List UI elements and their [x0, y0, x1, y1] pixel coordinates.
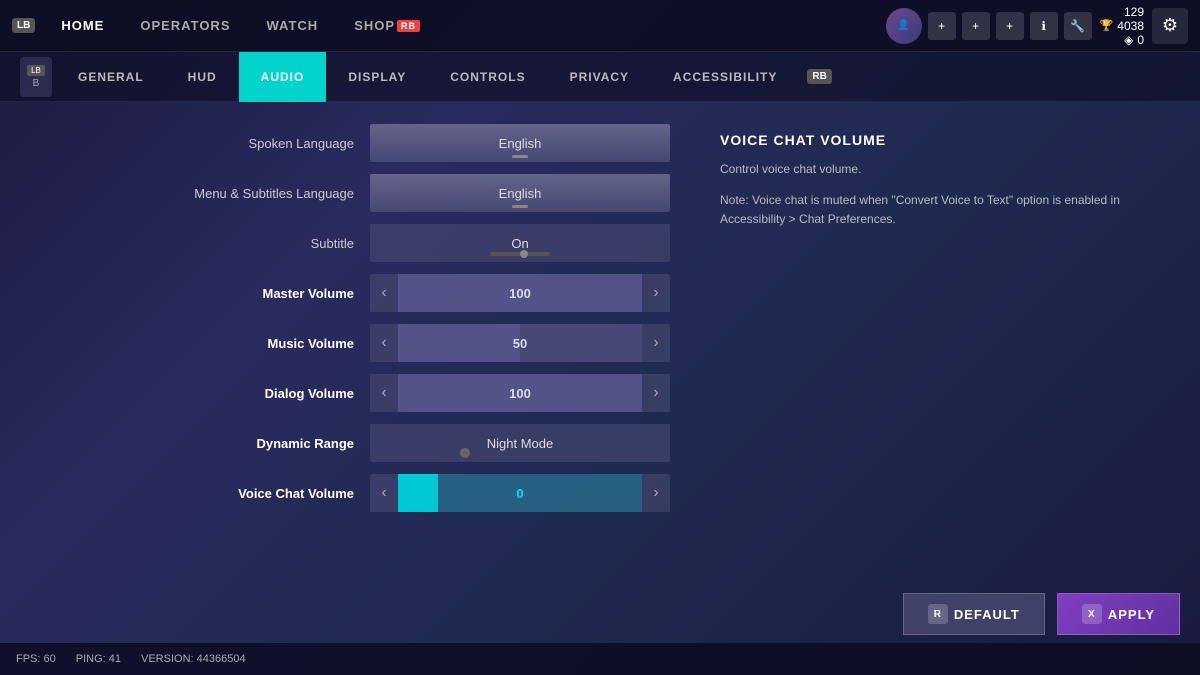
nav-home[interactable]: HOME: [43, 0, 122, 52]
nav-btn-info[interactable]: ℹ: [1030, 12, 1058, 40]
subtitle-knob: [520, 250, 528, 258]
master-volume-value: 100: [509, 286, 531, 301]
spoken-language-label: Spoken Language: [30, 136, 370, 151]
settings-panel: Spoken Language English Menu & Subtitles…: [0, 102, 700, 675]
shop-badge: RB: [397, 20, 420, 32]
currency-amount: 4038: [1117, 19, 1144, 33]
tab-privacy[interactable]: PRIVACY: [548, 52, 651, 102]
lb-badge: LB: [12, 18, 35, 33]
subtitle-row: Subtitle On: [30, 222, 670, 264]
voice-chat-volume-row: Voice Chat Volume ‹ 0 ›: [30, 472, 670, 514]
info-description1: Control voice chat volume.: [720, 160, 1180, 179]
music-volume-fill: [398, 324, 520, 362]
top-navigation: LB HOME OPERATORS WATCH SHOPRB 👤 + + + ℹ…: [0, 0, 1200, 52]
voice-chat-volume-value: 0: [516, 486, 523, 501]
subtitle-value: On: [511, 236, 528, 251]
music-volume-value: 50: [513, 336, 527, 351]
spoken-language-row: Spoken Language English: [30, 122, 670, 164]
master-volume-control: ‹ 100 ›: [370, 274, 670, 312]
back-lb-label: LB: [27, 65, 45, 76]
voice-chat-cyan-fill: [398, 474, 438, 512]
player-level: 129: [1124, 5, 1144, 19]
spoken-language-value: English: [499, 136, 542, 151]
tab-audio[interactable]: AUDIO: [239, 52, 327, 102]
ping-stat: PING: 41: [76, 653, 121, 665]
nav-center: 👤 + + + ℹ 🔧: [886, 8, 1092, 44]
tab-display[interactable]: DISPLAY: [326, 52, 428, 102]
nav-btn-plus2[interactable]: +: [962, 12, 990, 40]
info-title: VOICE CHAT VOLUME: [720, 132, 1180, 148]
secondary-currency: 0: [1137, 33, 1144, 47]
music-volume-decrease[interactable]: ‹: [370, 324, 398, 362]
music-volume-bar[interactable]: 50: [398, 324, 642, 362]
points-display: 129 🏆 4038 ◈ 0: [1100, 5, 1144, 47]
spoken-language-control[interactable]: English: [370, 124, 670, 162]
subtitle-label: Subtitle: [30, 236, 370, 251]
tab-controls[interactable]: CONTROLS: [428, 52, 547, 102]
master-volume-increase[interactable]: ›: [642, 274, 670, 312]
voice-chat-volume-control: ‹ 0 ›: [370, 474, 670, 512]
voice-chat-volume-increase[interactable]: ›: [642, 474, 670, 512]
player-avatar: 👤: [886, 8, 922, 44]
dynamic-range-control[interactable]: Night Mode: [370, 424, 670, 462]
dialog-volume-label: Dialog Volume: [30, 386, 370, 401]
dynamic-range-label: Dynamic Range: [30, 436, 370, 451]
secondary-currency-icon: ◈: [1124, 33, 1133, 47]
dialog-volume-decrease[interactable]: ‹: [370, 374, 398, 412]
main-content: Spoken Language English Menu & Subtitles…: [0, 102, 1200, 675]
dynamic-range-row: Dynamic Range Night Mode: [30, 422, 670, 464]
bottom-bar: FPS: 60 PING: 41 VERSION: 44366504: [0, 643, 1200, 675]
info-panel: VOICE CHAT VOLUME Control voice chat vol…: [700, 102, 1200, 675]
tab-accessibility[interactable]: ACCESSIBILITY: [651, 52, 799, 102]
master-volume-decrease[interactable]: ‹: [370, 274, 398, 312]
back-b-label: B: [33, 78, 40, 89]
dialog-volume-control: ‹ 100 ›: [370, 374, 670, 412]
menu-language-control[interactable]: English: [370, 174, 670, 212]
subtitle-control[interactable]: On: [370, 224, 670, 262]
rb-badge: RB: [807, 69, 831, 84]
voice-chat-volume-bar[interactable]: 0: [398, 474, 642, 512]
spoken-language-thumb: [512, 155, 528, 158]
tab-general[interactable]: GENERAL: [56, 52, 166, 102]
music-volume-control: ‹ 50 ›: [370, 324, 670, 362]
menu-language-thumb: [512, 205, 528, 208]
tab-hud[interactable]: HUD: [166, 52, 239, 102]
music-volume-row: Music Volume ‹ 50 ›: [30, 322, 670, 364]
currency-icon: 🏆: [1100, 19, 1114, 32]
music-volume-increase[interactable]: ›: [642, 324, 670, 362]
menu-language-value: English: [499, 186, 542, 201]
menu-language-label: Menu & Subtitles Language: [30, 186, 370, 201]
voice-chat-volume-decrease[interactable]: ‹: [370, 474, 398, 512]
nav-btn-plus3[interactable]: +: [996, 12, 1024, 40]
fps-stat: FPS: 60: [16, 653, 56, 665]
menu-language-row: Menu & Subtitles Language English: [30, 172, 670, 214]
settings-container: LB B GENERAL HUD AUDIO DISPLAY CONTROLS …: [0, 52, 1200, 675]
voice-chat-volume-label: Voice Chat Volume: [30, 486, 370, 501]
nav-btn-tools[interactable]: 🔧: [1064, 12, 1092, 40]
dynamic-range-thumb: [460, 448, 470, 458]
dialog-volume-bar[interactable]: 100: [398, 374, 642, 412]
music-volume-label: Music Volume: [30, 336, 370, 351]
version-stat: VERSION: 44366504: [141, 653, 246, 665]
nav-watch[interactable]: WATCH: [249, 0, 337, 52]
nav-operators[interactable]: OPERATORS: [122, 0, 248, 52]
nav-btn-plus1[interactable]: +: [928, 12, 956, 40]
dialog-volume-increase[interactable]: ›: [642, 374, 670, 412]
dialog-volume-row: Dialog Volume ‹ 100 ›: [30, 372, 670, 414]
nav-shop[interactable]: SHOPRB: [336, 0, 438, 52]
master-volume-label: Master Volume: [30, 286, 370, 301]
dynamic-range-value: Night Mode: [487, 436, 553, 451]
master-volume-bar[interactable]: 100: [398, 274, 642, 312]
tabs-row: LB B GENERAL HUD AUDIO DISPLAY CONTROLS …: [0, 52, 1200, 102]
settings-gear-button[interactable]: ⚙: [1152, 8, 1188, 44]
back-button[interactable]: LB B: [20, 57, 52, 97]
dialog-volume-value: 100: [509, 386, 531, 401]
master-volume-row: Master Volume ‹ 100 ›: [30, 272, 670, 314]
nav-items: HOME OPERATORS WATCH SHOPRB: [43, 0, 885, 52]
info-description2: Note: Voice chat is muted when "Convert …: [720, 191, 1180, 229]
